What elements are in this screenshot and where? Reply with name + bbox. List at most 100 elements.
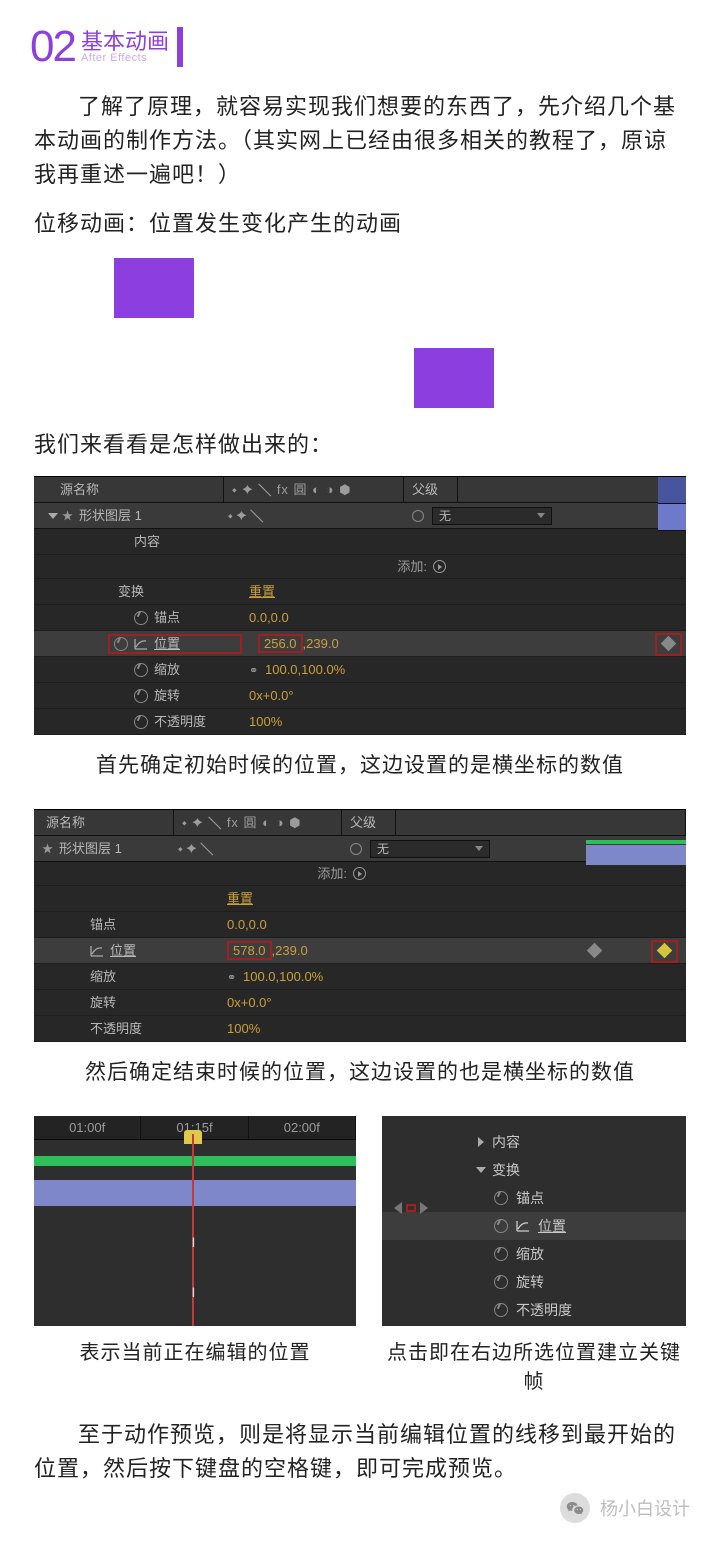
stopwatch-icon[interactable] bbox=[134, 715, 148, 729]
demo-square-start bbox=[114, 258, 194, 318]
ae-timeline-panel-1: 源名称 ⬩ ✦ ╲ fx 圓 ◐ ◑ ⬢ 父级 形状图层 1 ⬩ ✦ ╲ 无 内… bbox=[34, 476, 686, 735]
prop-opacity-row[interactable]: 不透明度 bbox=[430, 1296, 686, 1324]
twirl-icon[interactable] bbox=[476, 1167, 486, 1173]
graph-icon[interactable] bbox=[516, 1220, 530, 1232]
parent-pickwhip-icon[interactable] bbox=[412, 510, 424, 522]
header-parent[interactable]: 父级 bbox=[342, 810, 396, 835]
ae-timeline-panel-2: 源名称 ⬩ ✦ ╲ fx 圓 ◐ ◑ ⬢ 父级 形状图层 1 ⬩ ✦ ╲ 无 添… bbox=[34, 809, 686, 1042]
group-contents-label: 内容 bbox=[492, 1132, 520, 1152]
group-contents-row[interactable]: 内容 bbox=[34, 529, 686, 555]
prop-position-row[interactable]: 位置 256.0 ,239.0 bbox=[34, 631, 686, 657]
layer-name: 形状图层 1 bbox=[59, 842, 122, 855]
twirl-icon[interactable] bbox=[48, 513, 58, 519]
stopwatch-icon[interactable] bbox=[494, 1275, 508, 1289]
stopwatch-icon[interactable] bbox=[134, 689, 148, 703]
chevron-down-icon bbox=[475, 846, 483, 851]
prop-position-row[interactable]: 位置 bbox=[382, 1212, 686, 1240]
ibeam-icon: I bbox=[188, 1284, 199, 1300]
parent-dropdown[interactable]: 无 bbox=[370, 840, 490, 858]
stopwatch-icon[interactable] bbox=[494, 1303, 508, 1317]
prev-keyframe-icon[interactable] bbox=[394, 1202, 402, 1214]
prop-rotation-row[interactable]: 旋转 0x+0.0° bbox=[34, 683, 686, 709]
watermark: 杨小白设计 bbox=[560, 1493, 690, 1523]
section-title: 基本动画 bbox=[81, 31, 169, 53]
prop-anchor-value[interactable]: 0.0,0.0 bbox=[249, 611, 686, 624]
header-switches[interactable]: ⬩ ✦ ╲ fx 圓 ◐ ◑ ⬢ bbox=[224, 477, 404, 502]
prop-scale-value[interactable]: 100.0,100.0% bbox=[265, 662, 345, 677]
graph-icon[interactable] bbox=[90, 945, 104, 957]
add-menu-icon[interactable] bbox=[433, 560, 446, 573]
group-transform-label: 变换 bbox=[492, 1160, 520, 1180]
time-tick: 02:00f bbox=[249, 1116, 356, 1139]
position-row-highlight: 位置 bbox=[108, 634, 242, 654]
lets-see-paragraph: 我们来看看是怎样做出来的： bbox=[34, 428, 686, 462]
add-label: 添加: bbox=[317, 867, 347, 880]
translate-heading: 位移动画：位置发生变化产生的动画 bbox=[34, 206, 686, 238]
header-parent[interactable]: 父级 bbox=[404, 477, 458, 502]
stopwatch-icon[interactable] bbox=[494, 1219, 508, 1233]
layer-duration-bar[interactable] bbox=[34, 1180, 356, 1206]
position-y-value[interactable]: ,239.0 bbox=[303, 636, 339, 651]
stopwatch-icon[interactable] bbox=[134, 611, 148, 625]
prop-scale-row[interactable]: 缩放 ⚭100.0,100.0% bbox=[34, 657, 686, 683]
group-transform-row[interactable]: 变换 bbox=[430, 1156, 686, 1184]
constrain-icon[interactable]: ⚭ bbox=[249, 666, 265, 677]
prop-position-label: 位置 bbox=[154, 637, 180, 650]
constrain-icon[interactable]: ⚭ bbox=[227, 973, 243, 984]
outro-paragraph: 至于动作预览，则是将显示当前编辑位置的线移到最开始的位置，然后按下键盘的空格键，… bbox=[34, 1418, 686, 1486]
stopwatch-icon[interactable] bbox=[494, 1191, 508, 1205]
watermark-text: 杨小白设计 bbox=[600, 1495, 690, 1521]
prop-rotation-label: 旋转 bbox=[90, 996, 116, 1009]
prop-rotation-value[interactable]: 0x+0.0° bbox=[249, 689, 686, 702]
header-switches[interactable]: ⬩ ✦ ╲ fx 圓 ◐ ◑ ⬢ bbox=[174, 810, 342, 835]
prop-opacity-row[interactable]: 不透明度 100% bbox=[34, 709, 686, 735]
section-header: 02 基本动画 After Effects bbox=[30, 22, 686, 72]
prop-position-label: 位置 bbox=[110, 944, 136, 957]
prop-scale-row[interactable]: 缩放 bbox=[430, 1240, 686, 1268]
work-area-bar[interactable] bbox=[34, 1156, 356, 1166]
keyframe-highlight bbox=[655, 633, 682, 656]
header-source-name[interactable]: 源名称 bbox=[34, 477, 224, 502]
chevron-down-icon bbox=[537, 513, 545, 518]
timeline-ruler-panel[interactable]: 01:00f 01:15f 02:00f I I bbox=[34, 1116, 356, 1326]
add-label: 添加: bbox=[397, 560, 427, 573]
prop-rotation-label: 旋转 bbox=[154, 689, 180, 702]
parent-dropdown-value: 无 bbox=[439, 510, 451, 522]
time-tick: 01:00f bbox=[34, 1116, 141, 1139]
prop-opacity-value[interactable]: 100% bbox=[249, 715, 686, 728]
section-number: 02 bbox=[30, 22, 75, 72]
graph-icon[interactable] bbox=[134, 638, 148, 650]
timeline-strip[interactable] bbox=[586, 836, 686, 1042]
add-menu-icon[interactable] bbox=[353, 867, 366, 880]
parent-pickwhip-icon[interactable] bbox=[350, 843, 362, 855]
position-x-value[interactable]: 578.0 bbox=[233, 943, 266, 958]
group-contents-row[interactable]: 内容 bbox=[430, 1128, 686, 1156]
add-row[interactable]: 添加: bbox=[34, 555, 686, 579]
prop-scale-label: 缩放 bbox=[154, 663, 180, 676]
prop-rotation-row[interactable]: 旋转 bbox=[430, 1268, 686, 1296]
layer-row[interactable]: 形状图层 1 ⬩ ✦ ╲ 无 bbox=[34, 503, 686, 529]
stopwatch-icon[interactable] bbox=[494, 1247, 508, 1261]
stopwatch-icon[interactable] bbox=[134, 663, 148, 677]
wechat-icon bbox=[560, 1493, 590, 1523]
position-y-value[interactable]: ,239.0 bbox=[272, 943, 308, 958]
prop-anchor-row[interactable]: 锚点 0.0,0.0 bbox=[34, 605, 686, 631]
caption-1: 首先确定初始时候的位置，这边设置的是横坐标的数值 bbox=[34, 749, 686, 779]
section-accent-bar bbox=[177, 27, 183, 67]
shape-layer-icon bbox=[42, 843, 53, 854]
prop-anchor-row[interactable]: 锚点 bbox=[430, 1184, 686, 1212]
parent-dropdown[interactable]: 无 bbox=[432, 507, 552, 525]
stopwatch-icon[interactable] bbox=[114, 637, 128, 651]
keyframe-diamond-icon[interactable] bbox=[661, 636, 677, 652]
shape-layer-icon bbox=[62, 510, 73, 521]
header-source-name[interactable]: 源名称 bbox=[34, 810, 174, 835]
keyframe-navigator[interactable] bbox=[394, 1202, 428, 1214]
prop-scale-value[interactable]: 100.0,100.0% bbox=[243, 969, 323, 984]
position-x-value[interactable]: 256.0 bbox=[264, 636, 297, 651]
layer-name: 形状图层 1 bbox=[79, 509, 142, 522]
add-keyframe-highlight bbox=[406, 1204, 416, 1212]
twirl-icon[interactable] bbox=[478, 1137, 484, 1147]
next-keyframe-icon[interactable] bbox=[420, 1202, 428, 1214]
group-transform-row[interactable]: 变换 重置 bbox=[34, 579, 686, 605]
reset-link[interactable]: 重置 bbox=[249, 585, 686, 598]
